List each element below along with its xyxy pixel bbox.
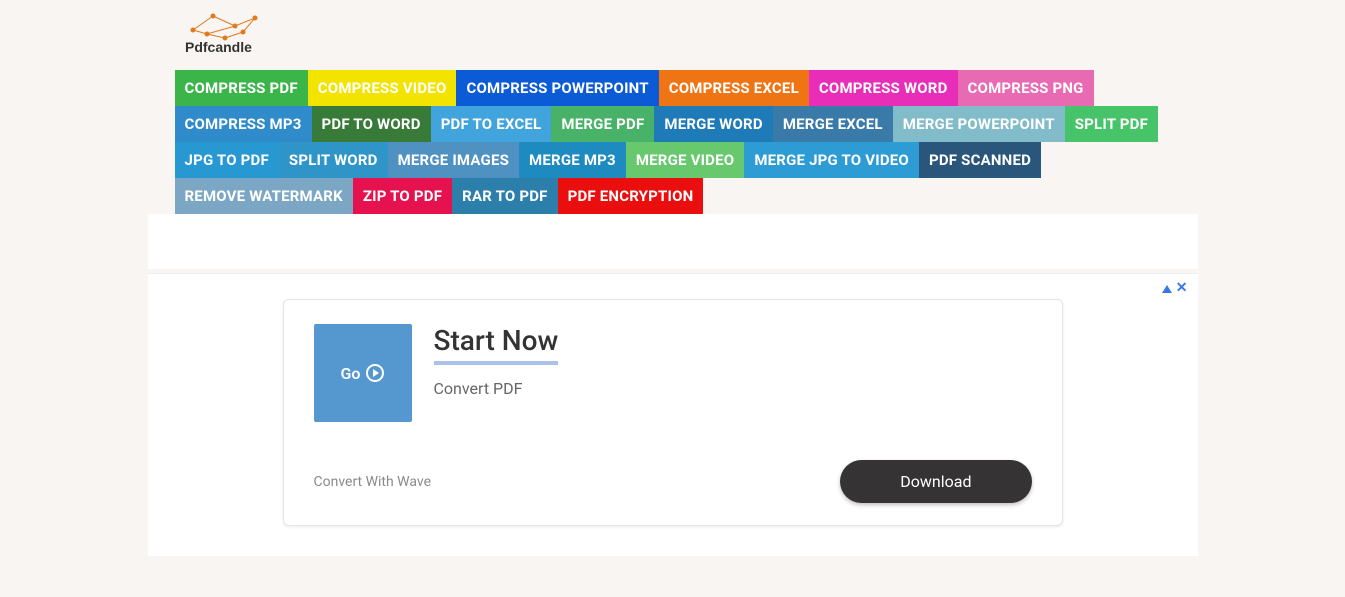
nav-item-compress-powerpoint[interactable]: COMPRESS POWERPOINT — [456, 70, 658, 106]
nav-item-merge-images[interactable]: MERGE IMAGES — [388, 142, 519, 178]
nav-item-merge-pdf[interactable]: MERGE PDF — [551, 106, 654, 142]
nav-item-pdf-to-excel[interactable]: PDF TO EXCEL — [431, 106, 552, 142]
nav-item-merge-mp3[interactable]: MERGE MP3 — [519, 142, 626, 178]
nav-item-remove-watermark[interactable]: REMOVE WATERMARK — [175, 178, 353, 214]
nav-item-jpg-to-pdf[interactable]: JPG TO PDF — [175, 142, 279, 178]
nav-item-merge-word[interactable]: MERGE WORD — [654, 106, 772, 142]
nav-item-split-word[interactable]: SPLIT WORD — [279, 142, 388, 178]
adchoices-icon[interactable] — [1162, 285, 1172, 293]
ad-go-label: Go — [341, 364, 361, 383]
nav-item-compress-png[interactable]: COMPRESS PNG — [958, 70, 1094, 106]
main-nav: COMPRESS PDFCOMPRESS VIDEOCOMPRESS POWER… — [175, 70, 1171, 214]
nav-item-pdf-to-word[interactable]: PDF TO WORD — [312, 106, 431, 142]
ad-attribution: Convert With Wave — [314, 474, 432, 490]
nav-item-merge-video[interactable]: MERGE VIDEO — [626, 142, 744, 178]
nav-item-zip-to-pdf[interactable]: ZIP TO PDF — [353, 178, 452, 214]
ad-title[interactable]: Start Now — [434, 324, 559, 365]
nav-item-pdf-encryption[interactable]: PDF ENCRYPTION — [558, 178, 704, 214]
ad-download-button[interactable]: Download — [840, 460, 1031, 503]
ad-frame: ✕ Go Start Now Convert PDF Convert With … — [148, 273, 1198, 556]
ad-subtitle: Convert PDF — [434, 379, 559, 398]
logo-text: Pdfcandle — [185, 39, 252, 54]
nav-item-rar-to-pdf[interactable]: RAR TO PDF — [452, 178, 557, 214]
nav-item-compress-video[interactable]: COMPRESS VIDEO — [308, 70, 457, 106]
ad-close-icon[interactable]: ✕ — [1176, 280, 1188, 296]
nav-item-compress-mp3[interactable]: COMPRESS MP3 — [175, 106, 312, 142]
ad-go-button[interactable]: Go — [314, 324, 412, 422]
nav-item-merge-jpg-to-video[interactable]: MERGE JPG TO VIDEO — [744, 142, 919, 178]
nav-item-compress-word[interactable]: COMPRESS WORD — [809, 70, 958, 106]
nav-item-merge-excel[interactable]: MERGE EXCEL — [773, 106, 893, 142]
nav-item-split-pdf[interactable]: SPLIT PDF — [1065, 106, 1158, 142]
nav-item-pdf-scanned[interactable]: PDF SCANNED — [919, 142, 1041, 178]
nav-item-merge-powerpoint[interactable]: MERGE POWERPOINT — [893, 106, 1065, 142]
play-circle-icon — [366, 364, 384, 382]
nav-item-compress-pdf[interactable]: COMPRESS PDF — [175, 70, 308, 106]
nav-item-compress-excel[interactable]: COMPRESS EXCEL — [659, 70, 809, 106]
logo[interactable]: Pdfcandle — [185, 12, 273, 54]
content-placeholder — [148, 214, 1198, 269]
ad-box: Go Start Now Convert PDF Convert With Wa… — [283, 299, 1063, 526]
